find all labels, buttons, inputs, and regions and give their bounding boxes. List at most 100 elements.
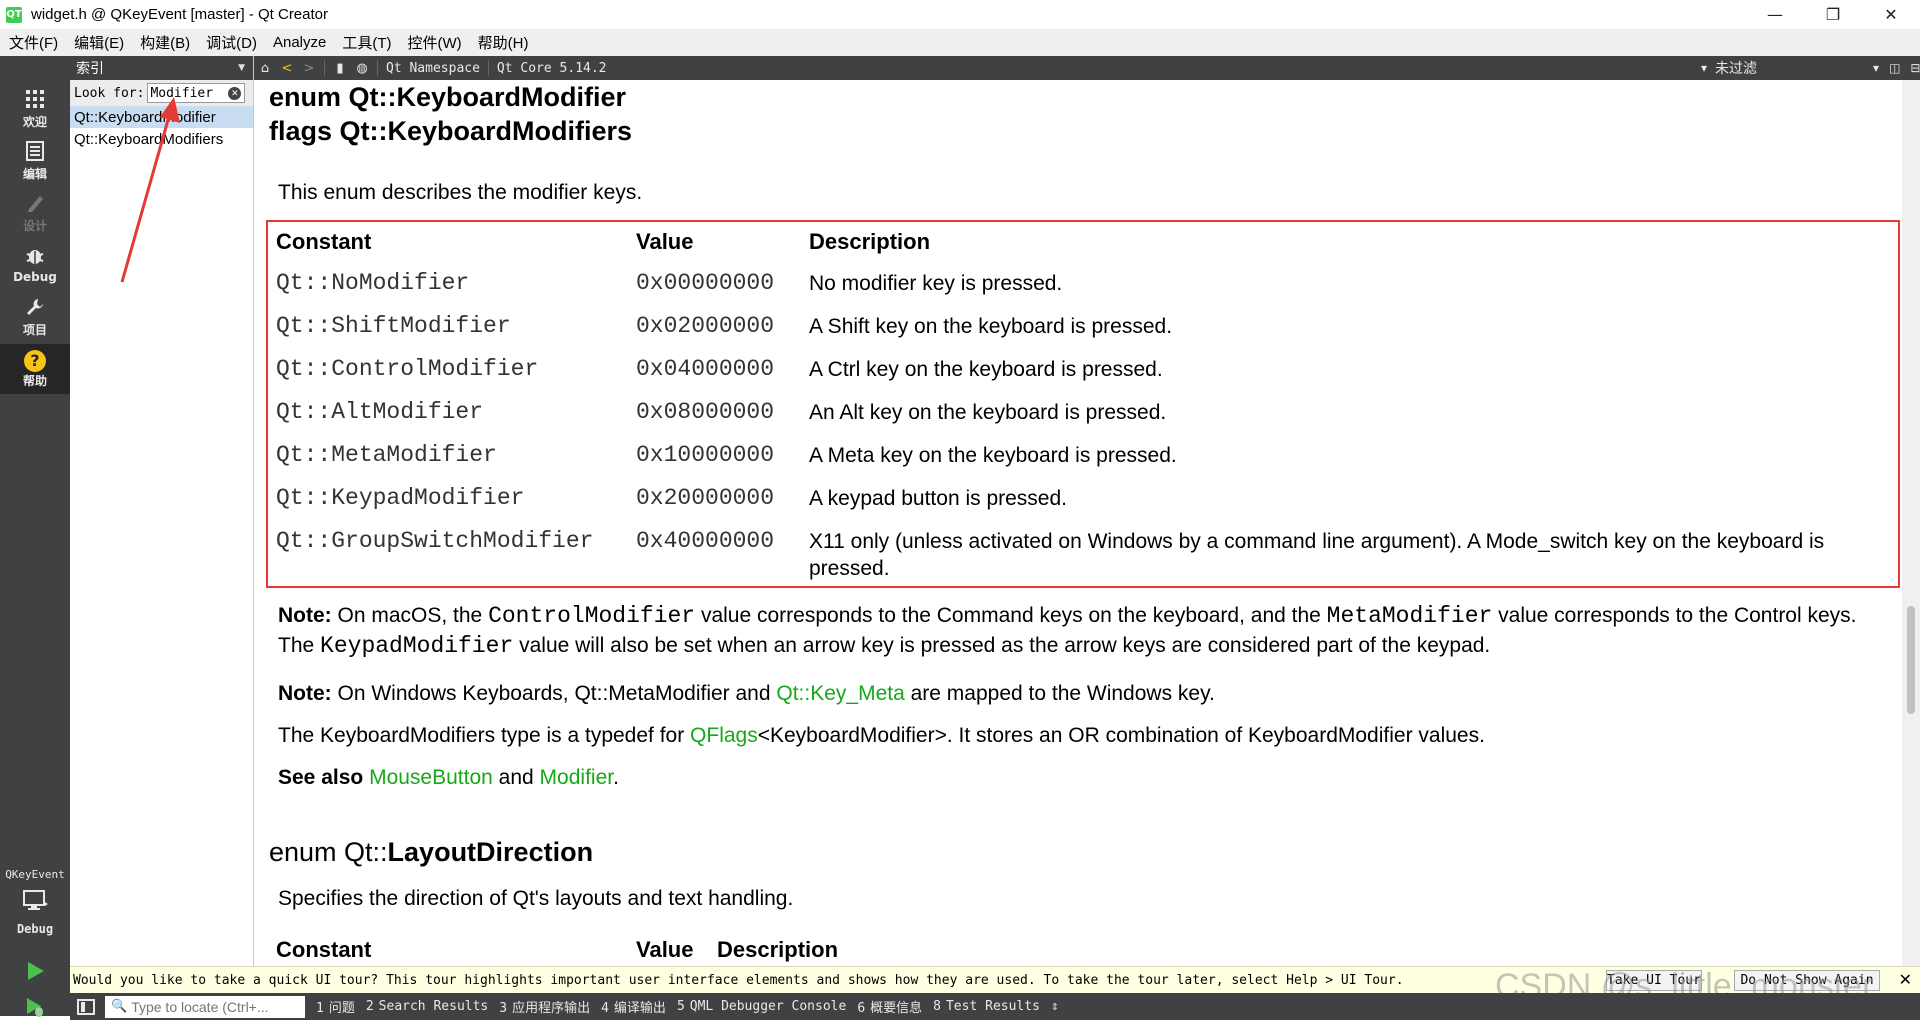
mode-debug[interactable]: Debug — [0, 240, 70, 290]
mode-label: 帮助 — [22, 373, 47, 388]
wrench-icon — [25, 297, 45, 321]
qt-logo-icon: QT — [6, 6, 22, 23]
layout-direction-heading: enum Qt::LayoutDirection — [269, 837, 593, 868]
mode-design[interactable]: 设计 — [0, 188, 70, 238]
content-scrollbar[interactable] — [1902, 80, 1920, 966]
value-cell: 0x04000000 — [636, 356, 775, 382]
close-icon[interactable]: ✕ — [1899, 970, 1912, 989]
typedef-paragraph: The KeyboardModifiers type is a typedef … — [278, 721, 1485, 751]
notification-text: Would you like to take a quick UI tour? … — [73, 972, 1404, 988]
grid-icon — [25, 89, 45, 113]
menu-build[interactable]: 构建(B) — [131, 32, 197, 53]
note-label: Note: — [278, 604, 332, 627]
mode-help[interactable]: ? 帮助 — [0, 344, 70, 394]
output-tab-issues[interactable]: 1 问题 — [316, 997, 355, 1016]
mode-label: Debug — [13, 270, 57, 284]
toolbar-divider — [324, 60, 325, 76]
chevron-down-icon: ▾ — [1701, 61, 1708, 75]
description-cell: No modifier key is pressed. — [809, 272, 1063, 295]
description-cell: A Ctrl key on the keyboard is pressed. — [809, 358, 1163, 381]
link-modifier[interactable]: Modifier — [540, 766, 614, 789]
chevron-down-icon[interactable]: ▼ — [238, 63, 245, 73]
mode-edit[interactable]: 编辑 — [0, 136, 70, 186]
menu-debug[interactable]: 调试(D) — [197, 32, 264, 53]
note-label: Note: — [278, 682, 332, 705]
breadcrumb-item[interactable]: Qt Namespace — [382, 61, 484, 76]
chevron-down-icon: ▾ — [1873, 61, 1880, 75]
maximize-button[interactable]: ❐ — [1804, 0, 1862, 29]
clear-icon[interactable]: ✕ — [228, 87, 242, 100]
toolbar-divider — [377, 60, 378, 76]
description-cell: An Alt key on the keyboard is pressed. — [809, 401, 1167, 424]
enum-table: Constant Value Description Qt::NoModifie… — [266, 220, 1900, 588]
bug-icon — [25, 246, 45, 270]
locator-input[interactable] — [131, 998, 302, 1015]
close-pane-icon[interactable]: ⊟ — [1910, 61, 1920, 75]
run-button[interactable] — [0, 954, 70, 988]
close-button[interactable]: ✕ — [1862, 0, 1920, 29]
note-macos: Note: On macOS, the ControlModifier valu… — [278, 601, 1878, 661]
output-tab-test-results[interactable]: 8 Test Results — [933, 999, 1040, 1014]
doc-heading: flags Qt::KeyboardModifiers — [269, 116, 633, 146]
menu-edit[interactable]: 编辑(E) — [65, 32, 131, 53]
search-icon: 🔍 — [111, 999, 128, 1014]
output-tab-qml-debugger-console[interactable]: 5 QML Debugger Console — [677, 999, 846, 1014]
output-tab-general-messages[interactable]: 6 概要信息 — [857, 997, 922, 1016]
menu-file[interactable]: 文件(F) — [0, 32, 65, 53]
table-header: Description — [717, 937, 839, 962]
window-title: widget.h @ QKeyEvent [master] - Qt Creat… — [31, 6, 328, 23]
note-text: are mapped to the Windows key. — [904, 682, 1215, 705]
split-view-icon[interactable]: ◫ — [1889, 61, 1900, 75]
help-content: enum Qt::KeyboardModifier flags Qt::Keyb… — [256, 80, 1902, 966]
doc-intro: This enum describes the modifier keys. — [278, 181, 643, 204]
take-tour-button[interactable]: Take UI Tour — [1606, 970, 1702, 991]
output-tab-application-output[interactable]: 3 应用程序输出 — [499, 997, 590, 1016]
link-mousebutton[interactable]: MouseButton — [369, 766, 493, 789]
home-icon[interactable]: ⌂ — [254, 61, 276, 76]
scrollbar-thumb[interactable] — [1907, 606, 1915, 714]
link-qflags[interactable]: QFlags — [690, 724, 758, 747]
ui-tour-notification: Would you like to take a quick UI tour? … — [70, 966, 1920, 993]
forward-icon[interactable]: > — [298, 61, 320, 76]
project-name: QKeyEvent — [5, 868, 65, 881]
pencil-icon — [26, 193, 44, 217]
heading-name: LayoutDirection — [387, 837, 594, 867]
output-tab-search-results[interactable]: 2 Search Results — [366, 999, 488, 1014]
globe-icon[interactable]: ◍ — [351, 61, 373, 76]
table-row: Qt::ShiftModifier 0x02000000 A Shift key… — [268, 305, 1898, 348]
mode-welcome[interactable]: 欢迎 — [0, 84, 70, 134]
table-header: Constant — [276, 937, 372, 962]
output-tab-compile-output[interactable]: 4 编译输出 — [601, 997, 666, 1016]
run-icon — [28, 962, 44, 980]
value-cell: 0x00000000 — [636, 270, 775, 296]
table-row: Qt::MetaModifier 0x10000000 A Meta key o… — [268, 434, 1898, 477]
note-windows: Note: On Windows Keyboards, Qt::MetaModi… — [278, 679, 1215, 709]
description-cell: A Shift key on the keyboard is pressed. — [809, 315, 1173, 338]
monitor-icon[interactable] — [0, 886, 70, 916]
do-not-show-button[interactable]: Do Not Show Again — [1734, 970, 1880, 991]
back-icon[interactable]: < — [276, 61, 298, 76]
menu-analyze[interactable]: Analyze — [264, 34, 333, 51]
index-pane-header[interactable]: 索引 ▼ — [70, 56, 253, 80]
breadcrumb-item[interactable]: Qt Core 5.14.2 — [493, 61, 611, 76]
doc-heading: enum Qt::KeyboardModifier — [269, 82, 627, 112]
link-key-meta[interactable]: Qt::Key_Meta — [776, 682, 904, 705]
bookmark-icon[interactable]: ▮ — [329, 61, 351, 76]
toggle-sidebar-icon[interactable] — [77, 998, 95, 1015]
typedef-text: The KeyboardModifiers type is a typedef … — [278, 724, 691, 747]
table-header-row: Constant Value Description — [268, 222, 1898, 262]
menu-help[interactable]: 帮助(H) — [469, 32, 536, 53]
minimize-button[interactable]: — — [1746, 0, 1804, 29]
table-header: Constant — [276, 229, 372, 254]
table-header: Description — [809, 229, 931, 254]
menu-tools[interactable]: 工具(T) — [333, 32, 398, 53]
constant-cell: Qt::NoModifier — [276, 270, 470, 296]
code-span: KeypadModifier — [320, 633, 514, 659]
more-tabs-icon[interactable]: ⇕ — [1051, 999, 1059, 1014]
see-also-label: See also — [278, 766, 364, 789]
debug-run-button[interactable] — [0, 990, 70, 1020]
menu-controls[interactable]: 控件(W) — [399, 32, 469, 53]
question-icon: ? — [24, 349, 46, 372]
filter-selector[interactable]: ▾ 未过滤 ▾ ◫ ⊟ — [1691, 56, 1920, 80]
mode-projects[interactable]: 项目 — [0, 292, 70, 342]
